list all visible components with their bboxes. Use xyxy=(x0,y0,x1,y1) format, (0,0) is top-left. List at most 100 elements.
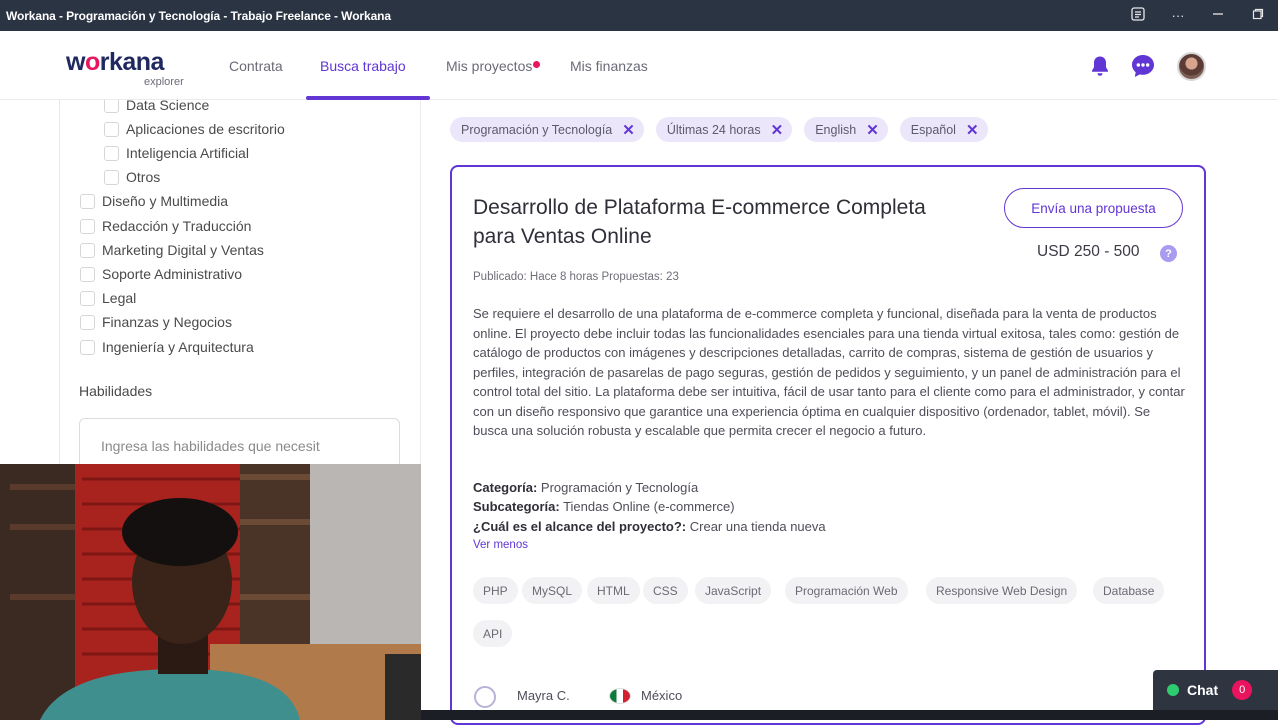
logo-subtitle: explorer xyxy=(144,76,184,88)
checkbox-label: Finanzas y Negocios xyxy=(102,314,232,330)
checkbox[interactable] xyxy=(80,193,95,209)
close-icon[interactable]: ✕ xyxy=(622,121,635,139)
nav-mis-proyectos-label: Mis proyectos xyxy=(446,58,533,74)
checkbox[interactable] xyxy=(104,121,119,137)
subcategory-inteligencia-artificial[interactable]: Inteligencia Artificial xyxy=(104,145,249,161)
minimize-icon[interactable] xyxy=(1198,8,1238,23)
checkbox-label: Inteligencia Artificial xyxy=(126,145,249,161)
category-legal[interactable]: Legal xyxy=(80,290,136,306)
checkbox-label: Aplicaciones de escritorio xyxy=(126,121,285,137)
skill-tag[interactable]: JavaScript xyxy=(695,577,772,604)
chip-label: Español xyxy=(910,122,956,137)
checkbox[interactable] xyxy=(80,266,95,282)
nav-mis-finanzas[interactable]: Mis finanzas xyxy=(570,58,648,74)
chat-widget[interactable]: Chat 0 xyxy=(1153,670,1278,710)
skill-tag[interactable]: MySQL xyxy=(522,577,583,604)
close-icon[interactable]: ✕ xyxy=(866,121,879,139)
nav-mis-proyectos[interactable]: Mis proyectos xyxy=(446,58,541,74)
window-title: Workana - Programación y Tecnología - Tr… xyxy=(6,8,391,23)
checkbox-label: Soporte Administrativo xyxy=(102,266,243,282)
workana-logo[interactable]: workana xyxy=(66,48,164,77)
project-card: Desarrollo de Plataforma E-commerce Comp… xyxy=(450,165,1206,725)
sidebar-divider xyxy=(59,100,60,464)
skill-tag[interactable]: Programación Web xyxy=(785,577,908,604)
online-status-icon xyxy=(1167,684,1179,696)
nav-busca-trabajo[interactable]: Busca trabajo xyxy=(320,58,406,74)
chip-label: English xyxy=(815,122,857,137)
chat-bubble-icon[interactable] xyxy=(1130,53,1156,79)
client-country: México xyxy=(641,688,683,703)
checkbox-label: Diseño y Multimedia xyxy=(102,193,229,209)
logo-text-post: rkana xyxy=(99,48,165,76)
project-title[interactable]: Desarrollo de Plataforma E-commerce Comp… xyxy=(473,193,943,251)
scope-label: ¿Cuál es el alcance del proyecto?: xyxy=(473,519,687,534)
site-header: workana explorer Contrata Busca trabajo … xyxy=(0,31,1278,100)
chip-label: Últimas 24 horas xyxy=(666,122,761,137)
checkbox[interactable] xyxy=(80,314,95,330)
nav-contrata[interactable]: Contrata xyxy=(229,58,283,74)
subcategory-label: Subcategoría: xyxy=(473,499,560,514)
checkbox[interactable] xyxy=(80,242,95,258)
checkbox[interactable] xyxy=(80,339,95,355)
send-proposal-button[interactable]: Envía una propuesta xyxy=(1004,188,1183,228)
category-soporte[interactable]: Soporte Administrativo xyxy=(80,266,242,282)
category-label: Categoría: xyxy=(473,480,538,495)
filter-chip-ultimas-24h: Últimas 24 horas ✕ xyxy=(655,117,793,142)
filter-chip-espanol: Español ✕ xyxy=(899,117,988,142)
logo-text-pre: w xyxy=(66,48,85,76)
client-name[interactable]: Mayra C. xyxy=(517,688,570,703)
skill-tag[interactable]: Database xyxy=(1093,577,1165,604)
active-filters: Programación y Tecnología ✕ Últimas 24 ho… xyxy=(450,117,988,142)
checkbox-label: Marketing Digital y Ventas xyxy=(102,242,264,258)
checkbox[interactable] xyxy=(80,290,95,306)
checkbox[interactable] xyxy=(104,100,119,113)
checkbox-label: Otros xyxy=(126,169,161,185)
more-menu-icon[interactable]: ··· xyxy=(1158,8,1198,23)
skill-tag[interactable]: Responsive Web Design xyxy=(926,577,1078,604)
project-meta: Publicado: Hace 8 horas Propuestas: 23 xyxy=(473,271,679,283)
close-icon[interactable]: ✕ xyxy=(966,121,979,139)
checkbox[interactable] xyxy=(104,145,119,161)
help-icon[interactable]: ? xyxy=(1160,245,1177,262)
skill-tag[interactable]: CSS xyxy=(643,577,688,604)
skill-tag[interactable]: PHP xyxy=(473,577,518,604)
subcategory-value: Tiendas Online (e-commerce) xyxy=(559,499,735,514)
window-controls: ··· xyxy=(1118,0,1278,31)
chat-label: Chat xyxy=(1187,682,1219,698)
subcategory-aplicaciones-escritorio[interactable]: Aplicaciones de escritorio xyxy=(104,121,285,137)
category-marketing[interactable]: Marketing Digital y Ventas xyxy=(80,242,264,258)
checkbox-label: Ingeniería y Arquitectura xyxy=(102,339,254,355)
scope-value: Crear una tienda nueva xyxy=(686,519,826,534)
skills-heading: Habilidades xyxy=(79,383,153,399)
filter-chip-english: English ✕ xyxy=(804,117,888,142)
skill-tag[interactable]: HTML xyxy=(587,577,640,604)
restore-icon[interactable] xyxy=(1238,8,1278,23)
ver-menos-link[interactable]: Ver menos xyxy=(473,539,528,551)
bell-icon[interactable] xyxy=(1087,53,1113,79)
logo-text-o: o xyxy=(84,48,100,76)
skills-input[interactable]: Ingresa las habilidades que necesit xyxy=(79,418,400,464)
category-finanzas[interactable]: Finanzas y Negocios xyxy=(80,314,232,330)
project-scope: ¿Cuál es el alcance del proyecto?: Crear… xyxy=(473,519,826,534)
notification-dot xyxy=(533,61,541,68)
filter-chip-programacion: Programación y Tecnología ✕ xyxy=(450,117,644,142)
chip-label: Programación y Tecnología xyxy=(461,122,613,137)
category-diseno[interactable]: Diseño y Multimedia xyxy=(80,193,228,209)
project-subcategory: Subcategoría: Tiendas Online (e-commerce… xyxy=(473,499,735,514)
category-ingenieria[interactable]: Ingeniería y Arquitectura xyxy=(80,339,254,355)
user-avatar[interactable] xyxy=(1177,52,1206,81)
mexico-flag-icon xyxy=(609,688,631,704)
skill-tag[interactable]: API xyxy=(473,620,513,647)
browser-reader-icon[interactable] xyxy=(1118,7,1158,24)
subcategory-otros[interactable]: Otros xyxy=(104,169,160,185)
project-description: Se requiere el desarrollo de una platafo… xyxy=(473,306,1185,438)
os-taskbar xyxy=(421,710,1278,720)
category-redaccion[interactable]: Redacción y Traducción xyxy=(80,218,251,234)
project-budget: USD 250 - 500 xyxy=(1037,243,1140,260)
checkbox[interactable] xyxy=(104,169,119,185)
window-titlebar: Workana - Programación y Tecnología - Tr… xyxy=(0,0,1278,31)
checkbox[interactable] xyxy=(80,218,95,234)
close-icon[interactable]: ✕ xyxy=(771,121,784,139)
subcategory-data-science[interactable]: Data Science xyxy=(104,100,209,113)
checkbox-label: Redacción y Traducción xyxy=(102,218,252,234)
